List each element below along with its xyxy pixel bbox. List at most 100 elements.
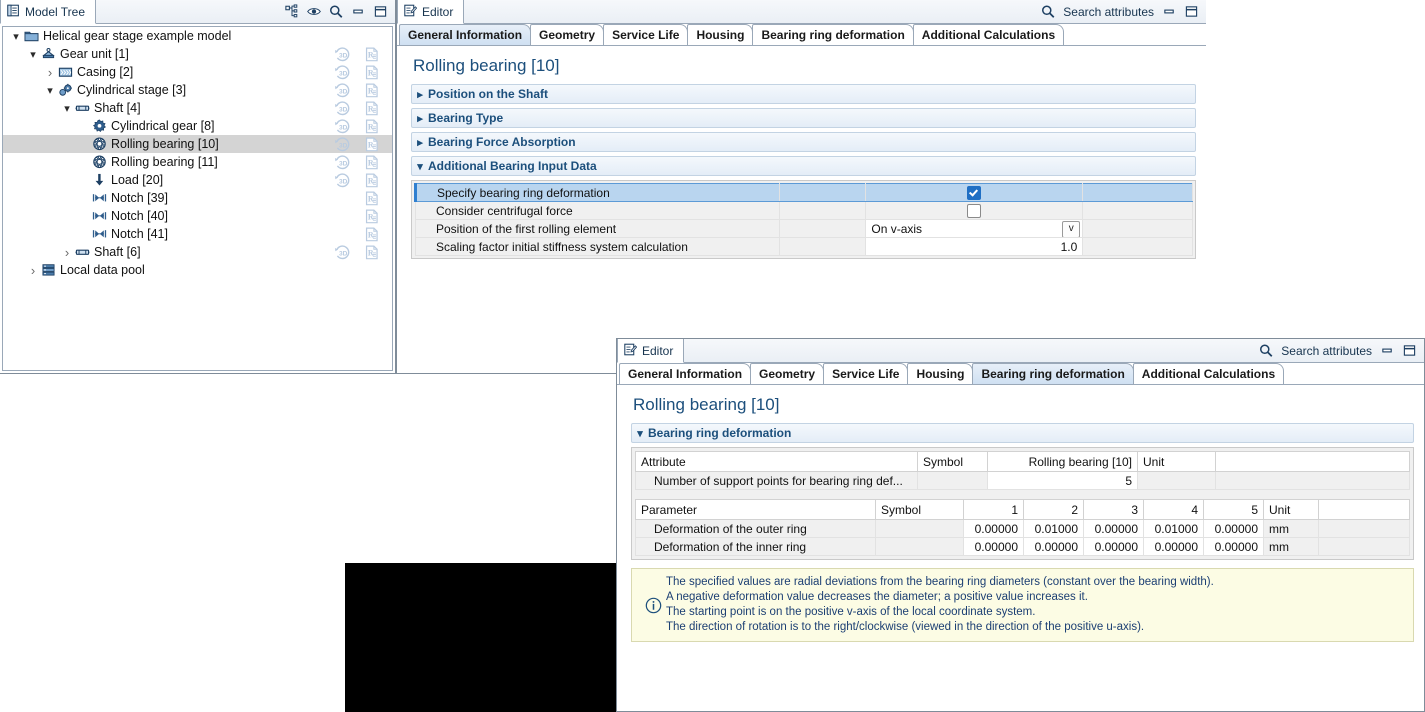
minimize-icon[interactable] (1162, 5, 1176, 19)
tree-item[interactable]: Cylindrical gear [8] (3, 117, 392, 135)
tree-item[interactable]: Casing [2] (3, 63, 392, 81)
search-icon[interactable] (329, 5, 343, 19)
minimize-icon[interactable] (351, 5, 365, 19)
dropdown-position-first-rolling-element[interactable]: On v-axis v (865, 219, 1084, 238)
tree-item[interactable]: Notch [40] (3, 207, 392, 225)
tab-geometry[interactable]: Geometry (530, 24, 605, 45)
column-header[interactable]: Attribute (635, 451, 918, 472)
editor1-tab[interactable]: Editor (397, 0, 465, 24)
value-cell[interactable]: 0.00000 (1083, 519, 1144, 538)
column-header[interactable] (1318, 499, 1410, 520)
section-bearing-type[interactable]: Bearing Type (411, 108, 1196, 128)
tab-housing[interactable]: Housing (687, 24, 754, 45)
table-row[interactable]: Deformation of the inner ring 0.00000 0.00… (635, 537, 1410, 556)
checkbox[interactable] (967, 203, 982, 218)
model-tree-tab[interactable]: Model Tree (0, 0, 97, 24)
section-position-on-the-shaft[interactable]: Position on the Shaft (411, 84, 1196, 104)
link-hierarchy-icon[interactable] (285, 4, 299, 19)
checkbox-checked[interactable] (865, 183, 1084, 202)
value-cell[interactable]: 0.00000 (963, 537, 1024, 556)
chevron-down-icon[interactable] (26, 48, 40, 61)
table-row[interactable]: Number of support points for bearing rin… (635, 471, 1410, 490)
tree-item[interactable]: Rolling bearing [11] (3, 153, 392, 171)
table-row[interactable]: Consider centrifugal force (415, 201, 1193, 220)
maximize-icon[interactable] (1184, 5, 1198, 19)
tab-service-life[interactable]: Service Life (603, 24, 689, 45)
tree-item-label: Load [20] (111, 173, 164, 187)
tab-additional-calculations[interactable]: Additional Calculations (1132, 363, 1285, 384)
value-cell[interactable]: 0.01000 (1143, 519, 1204, 538)
search-icon[interactable] (1041, 5, 1055, 19)
chevron-down-icon[interactable] (43, 84, 57, 97)
search-attributes-label[interactable]: Search attributes (1281, 344, 1372, 358)
tree-item[interactable]: Helical gear stage example model (3, 27, 392, 45)
minimize-icon[interactable] (1380, 344, 1394, 358)
tab-bearing-ring-deformation[interactable]: Bearing ring deformation (972, 363, 1134, 384)
column-header[interactable]: 5 (1203, 499, 1264, 520)
table-row[interactable]: Deformation of the outer ring 0.00000 0.01… (635, 519, 1410, 538)
3d-viewport[interactable] (345, 563, 617, 712)
editor2-tabstrip[interactable]: General Information Geometry Service Life H… (617, 363, 1424, 385)
tree-item[interactable]: Notch [39] (3, 189, 392, 207)
value-cell[interactable]: 0.00000 (1023, 537, 1084, 556)
tree-item[interactable]: Gear unit [1] (3, 45, 392, 63)
checkbox[interactable] (967, 185, 982, 200)
column-header[interactable] (1215, 451, 1410, 472)
editor1-tabstrip[interactable]: General Information Geometry Service Life H… (397, 24, 1206, 46)
tree-item-selected[interactable]: Rolling bearing [10] (3, 135, 392, 153)
tree-item[interactable]: Shaft [4] (3, 99, 392, 117)
chevron-down-icon[interactable] (60, 102, 74, 115)
table-row[interactable]: Position of the first rolling element On … (415, 219, 1193, 238)
additional-bearing-input-data-table[interactable]: Specify bearing ring deformation Consider… (411, 180, 1196, 259)
tab-geometry[interactable]: Geometry (750, 363, 825, 384)
tree-item[interactable]: Shaft [6] (3, 243, 392, 261)
column-header[interactable]: 1 (963, 499, 1024, 520)
column-header[interactable]: Symbol (917, 451, 988, 472)
table-row[interactable]: Scaling factor initial stiffness system … (415, 237, 1193, 256)
column-header[interactable]: Rolling bearing [10] (987, 451, 1138, 472)
section-additional-bearing-input-data[interactable]: Additional Bearing Input Data (411, 156, 1196, 176)
checkbox-unchecked[interactable] (865, 201, 1084, 220)
tree-item[interactable]: Load [20] (3, 171, 392, 189)
column-header[interactable]: Unit (1263, 499, 1319, 520)
tab-service-life[interactable]: Service Life (823, 363, 909, 384)
column-header[interactable]: 4 (1143, 499, 1204, 520)
column-header[interactable]: Unit (1137, 451, 1216, 472)
value-cell[interactable]: 0.00000 (1143, 537, 1204, 556)
section-bearing-force-absorption[interactable]: Bearing Force Absorption (411, 132, 1196, 152)
tab-housing[interactable]: Housing (907, 363, 974, 384)
number-input-scaling-factor[interactable]: 1.0 (865, 237, 1084, 256)
chevron-down-icon[interactable]: v (1062, 221, 1081, 237)
editor2-tab[interactable]: Editor (617, 339, 685, 363)
maximize-icon[interactable] (1402, 344, 1416, 358)
tab-general-information[interactable]: General Information (399, 24, 532, 45)
chevron-right-icon[interactable] (43, 65, 57, 80)
column-header[interactable]: Parameter (635, 499, 876, 520)
value-cell[interactable]: 0.00000 (1203, 537, 1264, 556)
tab-bearing-ring-deformation[interactable]: Bearing ring deformation (752, 24, 914, 45)
value-cell[interactable]: 0.00000 (963, 519, 1024, 538)
chevron-down-icon[interactable] (9, 30, 23, 43)
value-cell[interactable]: 0.01000 (1023, 519, 1084, 538)
value-cell[interactable]: 5 (987, 471, 1138, 490)
tree-item[interactable]: Local data pool (3, 261, 392, 279)
tab-general-information[interactable]: General Information (619, 363, 752, 384)
column-header[interactable]: 3 (1083, 499, 1144, 520)
search-attributes-label[interactable]: Search attributes (1063, 5, 1154, 19)
table-row[interactable]: Specify bearing ring deformation (414, 183, 1193, 202)
model-tree-list[interactable]: Helical gear stage example model Gear uni… (2, 26, 393, 371)
chevron-right-icon[interactable] (60, 245, 74, 260)
maximize-icon[interactable] (373, 5, 387, 19)
eye-icon[interactable] (307, 5, 321, 19)
search-icon[interactable] (1259, 344, 1273, 358)
value-cell[interactable]: 0.00000 (1083, 537, 1144, 556)
tree-item[interactable]: Cylindrical stage [3] (3, 81, 392, 99)
tree-item[interactable]: Notch [41] (3, 225, 392, 243)
chevron-right-icon[interactable] (26, 263, 40, 278)
column-header[interactable]: Symbol (875, 499, 964, 520)
value-cell[interactable]: 0.00000 (1203, 519, 1264, 538)
column-header[interactable]: 2 (1023, 499, 1084, 520)
tab-additional-calculations[interactable]: Additional Calculations (912, 24, 1065, 45)
bearing-ring-deformation-tables[interactable]: Attribute Symbol Rolling bearing [10] Unit … (631, 447, 1414, 560)
section-bearing-ring-deformation[interactable]: Bearing ring deformation (631, 423, 1414, 443)
